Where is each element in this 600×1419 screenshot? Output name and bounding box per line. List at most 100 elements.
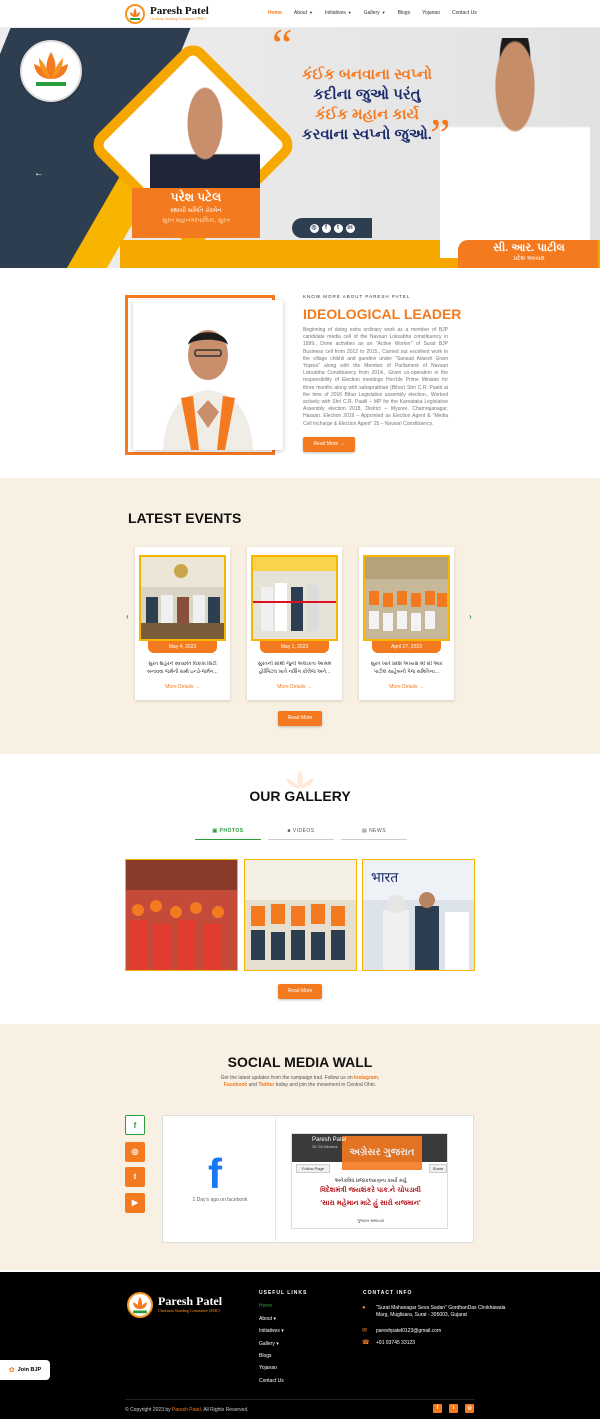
nav-initiatives[interactable]: Initiatives ▼ [325,10,352,16]
gallery-photo[interactable] [125,859,238,971]
twitter-icon[interactable]: t [449,1404,458,1413]
lotus-watermark-icon [280,770,320,790]
facebook-icon[interactable]: f [125,1115,145,1135]
events-prev-arrow[interactable]: ‹ [126,612,129,621]
footer-links-title: USEFUL LINKS [259,1290,308,1296]
hero-social-bar: ◎ f t in [292,218,372,238]
event-card[interactable]: April 27, 2023 સુરત ખાતે પ્રદેશ અધ્યક્ષ … [359,547,454,700]
event-more-details-link[interactable]: More Details → [135,684,230,690]
nav-about-label: About [293,10,307,16]
footer-link-gallery[interactable]: Gallery ▾ [259,1341,279,1347]
logo-lotus-icon[interactable] [125,4,145,24]
nav-contact[interactable]: Contact Us [452,10,477,16]
nav-home-label: Home [268,10,282,16]
event-card[interactable]: May 4, 2023 સુરત શહેરને સ્વચ્છતિ વિકાસ સ… [135,547,230,700]
facebook-post-preview[interactable]: અગ્રેસર ગુજરાત Paresh Patel 35,733 follo… [291,1133,448,1229]
event-title-line-2: પાટીલ સાહેબની પેજ સમિતિના... [373,668,439,675]
about-text: Beginning of doing extra ordinary work a… [303,327,448,427]
footer-phone[interactable]: +91 93745 33123 [376,1340,506,1347]
event-card[interactable]: May 1, 2023 સુરતની સૌથી જુની અલાકતા આશ્ર… [247,547,342,700]
footer-lotus-icon[interactable] [127,1292,153,1318]
instagram-icon[interactable]: ◎ [309,223,319,233]
footer-link-about[interactable]: About ▾ [259,1316,276,1322]
hero-name: પરેશ પટેલ [170,190,222,204]
facebook-post-time: 1 Day's ago on facebook [192,1197,248,1203]
twitter-icon[interactable]: t [333,223,343,233]
event-date: May 1, 2023 [260,641,329,653]
event-title-line-1: સુરત ખાતે પ્રદેશ અધ્યક્ષ શ્રી સી આર [370,661,443,667]
phone-icon: ☎ [362,1340,370,1346]
gallery-title: OUR GALLERY [249,788,351,804]
fb-follow-button[interactable]: Follow Page [296,1164,330,1173]
logo-name[interactable]: Paresh Patel [150,5,209,17]
hero-portrait-cr-patil [440,38,590,258]
twitter-link[interactable]: Twitter [258,1082,274,1088]
nav-yojanao-label: Yojanao [422,10,440,16]
footer-link-home[interactable]: Home [259,1303,272,1309]
event-more-details-link[interactable]: More Details → [247,684,342,690]
event-title: સુરત ખાતે પ્રદેશ અધ્યક્ષ શ્રી સી આર પાટીલ… [365,661,448,676]
footer-link-initiatives[interactable]: Initiatives ▾ [259,1328,284,1334]
copyright-rights: . All Rights Reserved. [200,1407,249,1413]
twitter-icon[interactable]: t [125,1167,145,1187]
nav-blogs[interactable]: Blogs [398,10,411,16]
fb-page-followers: 35,733 followers [312,1145,338,1149]
about-read-more-button[interactable]: Read More → [303,437,355,452]
instagram-icon[interactable]: ◎ [125,1142,145,1162]
gallery-photo[interactable]: भारत [362,859,475,971]
news-icon: ▤ [361,828,368,834]
nav-home[interactable]: Home [268,10,282,16]
caret-down-icon: ▼ [347,10,352,15]
gallery-read-more-button[interactable]: Read More [278,984,322,999]
instagram-icon[interactable]: ◎ [465,1404,474,1413]
facebook-icon[interactable]: f [433,1404,442,1413]
instagram-link[interactable]: Instagram [354,1075,378,1081]
events-next-arrow[interactable]: › [469,612,472,621]
linkedin-icon[interactable]: in [345,223,355,233]
join-bjp-button[interactable]: ✿ Join BJP [0,1360,50,1380]
footer-logo-name[interactable]: Paresh Patel [158,1294,222,1309]
fb-page-name[interactable]: Paresh Patel [312,1137,346,1143]
fb-post-text-1: અનેકવિધ પ્રજાકલ્યાણના કાર્યો કર્યુ [334,1178,407,1184]
copyright-text: © Copyright 2023 by [125,1407,173,1413]
caret-down-icon: ▼ [308,10,313,15]
event-image [139,555,226,641]
facebook-link[interactable]: Facebook [224,1082,247,1088]
about-portrait [133,300,283,450]
fb-post-headline-1: વિદેશમંત્રી જયશંકરે પાક.ને ચોપડાવી [320,1187,421,1194]
footer-address: "Surat Mahanagar Seva Sadan" GordhanDas … [376,1305,506,1318]
nav-gallery-label: Gallery [363,10,380,16]
social-desc-end: today and join the movement in Central O… [274,1082,377,1088]
nav-about[interactable]: About ▼ [294,10,313,16]
events-read-more-button[interactable]: Read More [278,711,322,726]
footer-contact-title: CONTACT INFO [363,1290,413,1296]
nav-gallery[interactable]: Gallery ▼ [364,10,386,16]
fb-share-button[interactable]: Share [429,1164,447,1173]
fb-post-source: ગુજરાત સમાચાર [357,1218,384,1223]
facebook-icon[interactable]: f [321,223,331,233]
footer-link-yojanao[interactable]: Yojanao [259,1365,277,1371]
tab-news[interactable]: ▤ NEWS [341,828,407,840]
footer-email[interactable]: pareshpatel0123@gmail.com [376,1328,506,1335]
events-title: LATEST EVENTS [128,510,242,526]
footer-link-contact[interactable]: Contact Us [259,1378,284,1384]
hero-prev-arrow[interactable]: ← [34,168,44,179]
nav-contact-label: Contact Us [451,10,477,16]
image-icon: ▣ [212,828,218,834]
hero-role-line-2: સુરત મહાનગરપાલિકા, સુરત [162,218,230,224]
copyright-name-link[interactable]: Paresh Patel [172,1407,201,1413]
main-nav: Home About ▼ Initiatives ▼ Gallery ▼ Blogs … [268,10,489,16]
tab-photos[interactable]: ▣ PHOTOS [195,828,261,840]
lotus-icon: ✿ [8,1367,15,1374]
video-icon: ■ [287,828,291,834]
hero-role-line-1: સ્થાયી સમિતિ ચેરમેન [170,208,222,214]
event-date: May 4, 2023 [148,641,217,653]
tab-news-label: NEWS [369,828,387,834]
youtube-icon[interactable]: ▶ [125,1193,145,1213]
hero-quote-line-4: કરવાના સ્વપ્નો જુઓ. [302,126,432,143]
footer-link-blogs[interactable]: Blogs [259,1353,272,1359]
tab-videos[interactable]: ■ VIDEOS [268,828,334,840]
event-more-details-link[interactable]: More Details → [359,684,454,690]
nav-yojanao[interactable]: Yojanao [422,10,440,16]
gallery-photo[interactable] [244,859,357,971]
